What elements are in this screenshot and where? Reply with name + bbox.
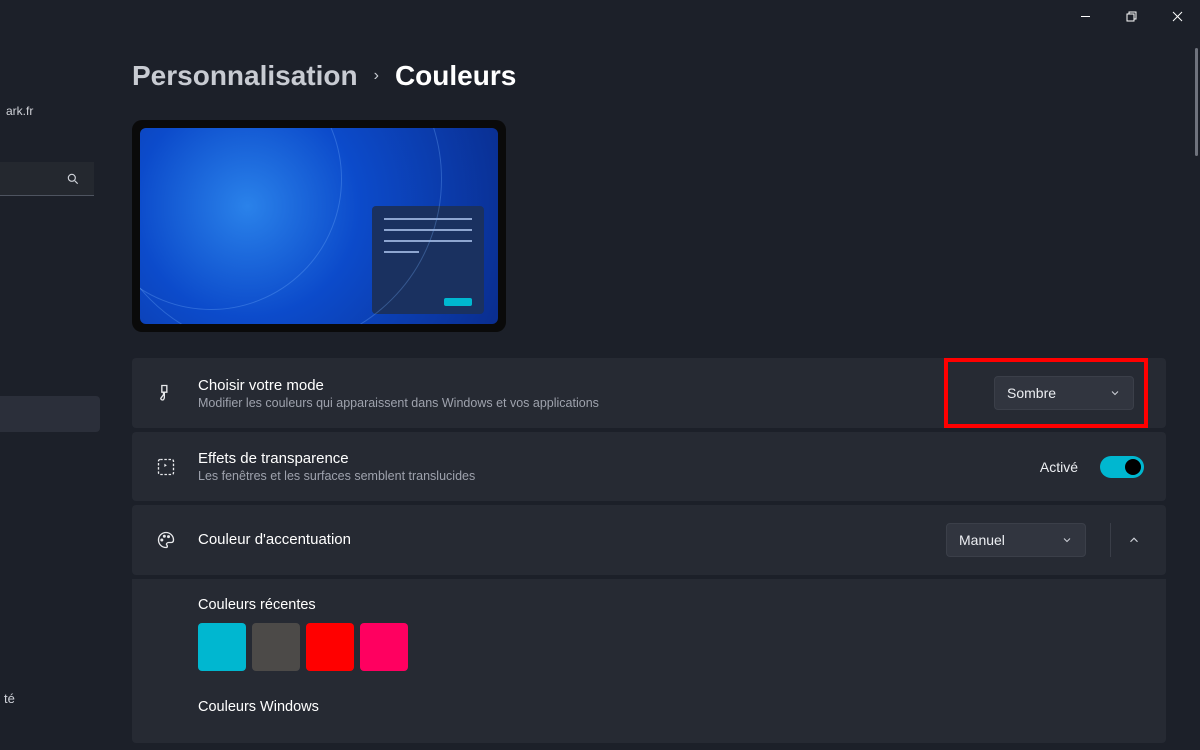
chevron-down-icon [1109,387,1121,399]
transparency-icon [154,455,178,479]
paintbrush-icon [154,381,178,405]
window-controls [1062,0,1200,32]
annotation-highlight: Sombre [944,358,1148,428]
theme-preview-window [372,206,484,314]
accent-color-collapse[interactable] [1110,523,1144,557]
search-icon [66,172,80,186]
search-input[interactable] [0,162,94,196]
chevron-down-icon [1061,534,1073,546]
close-button[interactable] [1154,0,1200,32]
transparency-title: Effets de transparence [198,450,1040,467]
theme-preview [132,120,506,332]
color-swatch[interactable] [252,623,300,671]
recent-colors-section: Couleurs récentes Couleurs Windows [132,579,1166,743]
transparency-desc: Les fenêtres et les surfaces semblent tr… [198,469,1040,483]
color-swatch[interactable] [306,623,354,671]
accent-color-dropdown[interactable]: Manuel [946,523,1086,557]
palette-icon [154,528,178,552]
choose-mode-dropdown[interactable]: Sombre [994,376,1134,410]
breadcrumb-parent[interactable]: Personnalisation [132,60,358,92]
vertical-scrollbar[interactable] [1195,48,1198,156]
choose-mode-value: Sombre [1007,385,1056,401]
choose-mode-panel: Choisir votre mode Modifier les couleurs… [132,358,1166,428]
choose-mode-desc: Modifier les couleurs qui apparaissent d… [198,396,920,410]
theme-preview-wallpaper [140,128,498,324]
theme-preview-accent [444,298,472,306]
recent-colors-swatches [198,623,1144,671]
main-content: Personnalisation › Couleurs Choisir votr… [132,60,1190,750]
user-email-fragment: ark.fr [6,104,100,118]
page-title: Couleurs [395,60,516,92]
recent-colors-title: Couleurs récentes [198,597,1144,613]
color-swatch[interactable] [360,623,408,671]
choose-mode-title: Choisir votre mode [198,377,920,394]
minimize-button[interactable] [1062,0,1108,32]
transparency-panel: Effets de transparence Les fenêtres et l… [132,432,1166,501]
sidebar-item-selected[interactable] [0,396,100,432]
sidebar: ark.fr té [0,0,100,750]
accent-color-value: Manuel [959,532,1005,548]
color-swatch[interactable] [198,623,246,671]
chevron-up-icon [1127,533,1141,547]
transparency-state: Activé [1040,459,1078,475]
accent-color-title: Couleur d'accentuation [198,531,946,548]
chevron-right-icon: › [374,67,379,85]
windows-colors-title: Couleurs Windows [198,699,1144,715]
maximize-button[interactable] [1108,0,1154,32]
sidebar-bottom-fragment: té [4,691,15,706]
accent-color-panel: Couleur d'accentuation Manuel [132,505,1166,575]
breadcrumb: Personnalisation › Couleurs [132,60,1166,92]
transparency-toggle[interactable] [1100,456,1144,478]
